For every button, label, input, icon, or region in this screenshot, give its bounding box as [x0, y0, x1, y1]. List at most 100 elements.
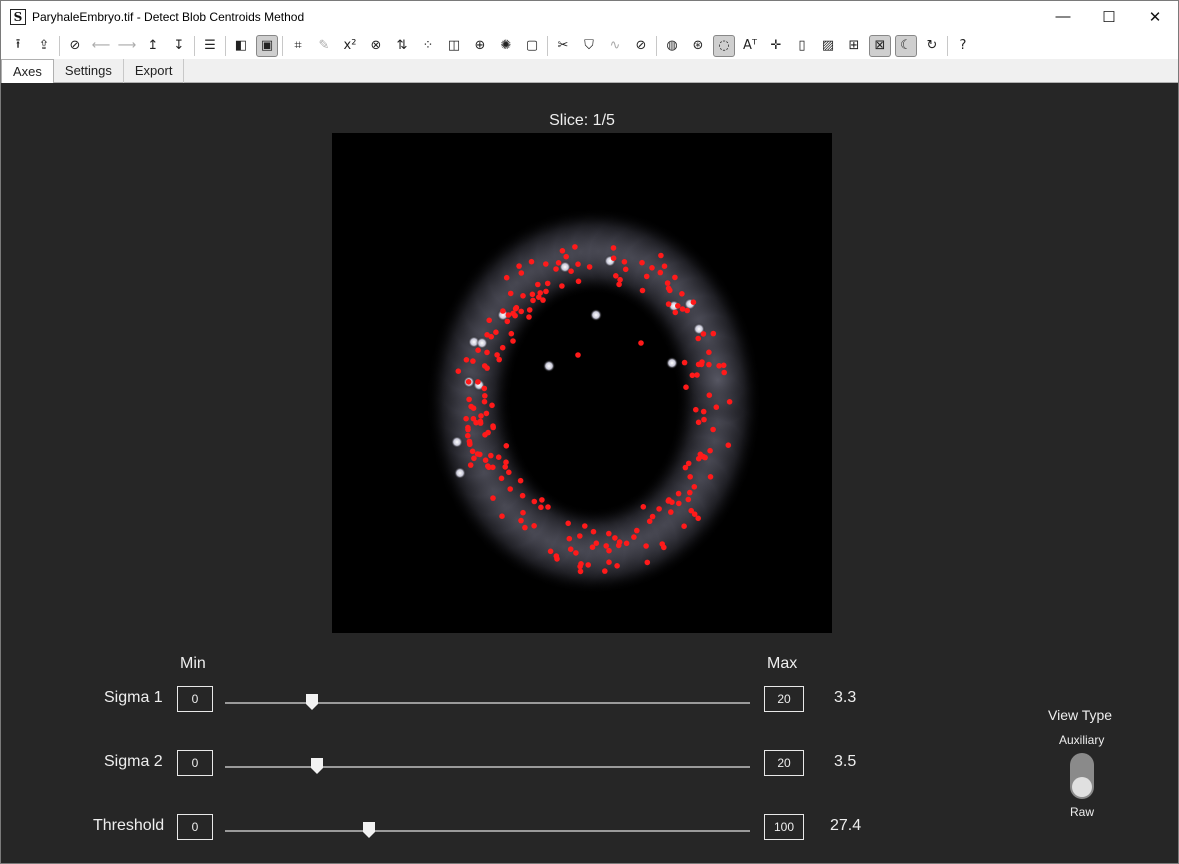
blob-centroid	[658, 252, 664, 259]
blob-centroid	[553, 266, 559, 272]
sigma2-max-input[interactable]: 20	[764, 750, 804, 776]
threshold-min-input[interactable]: 0	[177, 814, 213, 840]
crosshair-icon[interactable]: ✛	[765, 35, 787, 57]
layers-icon[interactable]: ☰	[199, 35, 221, 57]
arrow-left-icon[interactable]: ⟵	[90, 35, 112, 57]
nucleus	[476, 337, 488, 349]
magic-icon[interactable]: ✺	[495, 35, 517, 57]
tools-icon[interactable]: ✂	[552, 35, 574, 57]
blob-centroid	[522, 524, 528, 531]
blob-centroid	[659, 541, 665, 547]
toolbar-separator	[282, 35, 283, 56]
window-settings-icon[interactable]: ▣	[256, 34, 278, 57]
pen-icon[interactable]: ✎	[313, 35, 335, 57]
threshold-slider-thumb[interactable]	[362, 822, 375, 838]
blob-centroid	[538, 504, 544, 511]
view-type-toggle[interactable]	[1070, 753, 1094, 799]
arrow-down-icon[interactable]: ↧	[168, 35, 190, 57]
arrow-up-icon[interactable]: ↥	[142, 35, 164, 57]
split-icon[interactable]: ◫	[443, 35, 465, 57]
slash-box-icon[interactable]: ⊘	[630, 35, 652, 57]
blob-centroid	[590, 528, 597, 535]
sigma2-value: 3.5	[834, 753, 857, 770]
contrast-icon[interactable]: ◧	[230, 35, 252, 57]
shield-icon[interactable]: ⛉	[578, 35, 600, 57]
blob-centroid	[725, 442, 732, 449]
blob-centroid	[649, 265, 655, 271]
close-box-icon[interactable]: ⊠	[869, 34, 891, 57]
pulse-icon[interactable]: ∿	[604, 35, 626, 57]
blob-centroid	[661, 263, 668, 269]
toolbar-separator	[947, 35, 948, 56]
chip-icon[interactable]: ▢	[521, 35, 543, 57]
compass-icon[interactable]: ⊘	[64, 35, 86, 57]
blob-centroid	[689, 372, 696, 379]
blob-centroid	[510, 310, 516, 317]
view-type-title: View Type	[1048, 707, 1113, 723]
blob-centroid	[707, 474, 714, 480]
blob-centroid	[490, 495, 496, 501]
image-icon[interactable]: ▨	[817, 35, 839, 57]
close-button[interactable]: ✕	[1132, 1, 1178, 32]
maximize-button[interactable]: ☐	[1086, 1, 1132, 32]
blob-centroid	[582, 523, 588, 529]
blob-centroid	[695, 335, 701, 342]
upload-icon[interactable]: ⭱	[7, 35, 29, 57]
blob-centroid	[699, 359, 705, 365]
sigma1-slider-thumb[interactable]	[305, 694, 318, 710]
sigma2-slider-thumb[interactable]	[310, 758, 323, 774]
colorbar-icon[interactable]: ▯	[791, 35, 813, 57]
blob-centroid	[518, 270, 525, 276]
tile-grid-icon[interactable]: ⊞	[843, 35, 865, 57]
blob-centroid	[559, 248, 566, 254]
haze-blob	[673, 336, 762, 425]
toggle-knob[interactable]	[1072, 777, 1092, 797]
sigma1-max-input[interactable]: 20	[764, 686, 804, 712]
help-icon[interactable]: ?	[952, 35, 974, 57]
minimize-button[interactable]: —	[1040, 1, 1086, 32]
sigma2-min-input[interactable]: 0	[177, 750, 213, 776]
palette-icon[interactable]: ◍	[661, 35, 683, 57]
threshold-slider-track[interactable]	[225, 830, 750, 832]
blob-centroid	[471, 455, 477, 462]
tab-export[interactable]: Export	[124, 59, 185, 83]
bandage-icon[interactable]: ⊗	[365, 35, 387, 57]
dark-mode-icon[interactable]: ☾	[895, 34, 917, 57]
blob-centroid	[687, 489, 693, 496]
superscript-icon[interactable]: x²	[339, 35, 361, 57]
sigma1-min-input[interactable]: 0	[177, 686, 213, 712]
blob-centroid	[695, 515, 701, 522]
sigma1-slider-track[interactable]	[225, 702, 750, 704]
tab-axes[interactable]: Axes	[1, 59, 54, 83]
threshold-value: 27.4	[830, 817, 862, 834]
nucleus	[543, 360, 555, 372]
blob-centroid	[455, 368, 462, 374]
tab-bar: Axes Settings Export	[1, 59, 1178, 83]
arrow-right-icon[interactable]: ⟶	[116, 35, 138, 57]
blob-detect-icon[interactable]: ◌	[713, 34, 735, 57]
blob-centroid	[529, 291, 536, 298]
image-plot[interactable]	[332, 133, 832, 633]
refresh-icon[interactable]: ↻	[921, 35, 943, 57]
search-target-icon[interactable]: ⊕	[469, 35, 491, 57]
tab-settings[interactable]: Settings	[54, 59, 124, 83]
dots-grid-icon[interactable]: ⁘	[417, 35, 439, 57]
threshold-max-input[interactable]: 100	[764, 814, 804, 840]
export-image-icon[interactable]: ⇪	[33, 35, 55, 57]
blob-centroid	[510, 338, 516, 344]
crop-icon[interactable]: ⌗	[287, 35, 309, 57]
blob-centroid	[716, 363, 722, 369]
text-size-icon[interactable]: Aᵀ	[739, 35, 761, 57]
color-circles-icon[interactable]: ⊛	[687, 35, 709, 57]
blob-centroid	[494, 352, 500, 358]
blob-centroid	[484, 349, 490, 356]
sort-icon[interactable]: ⇅	[391, 35, 413, 57]
blob-centroid	[575, 278, 582, 285]
sigma2-slider-track[interactable]	[225, 766, 750, 768]
toolbar-separator	[656, 35, 657, 56]
blob-centroid	[484, 365, 490, 371]
blob-centroid	[477, 418, 484, 425]
embryo-image[interactable]	[332, 133, 832, 633]
blob-centroid	[530, 297, 536, 304]
toolbar: ⭱ ⇪ ⊘ ⟵ ⟶ ↥ ↧ ☰ ◧ ▣ ⌗ ✎ x² ⊗ ⇅ ⁘ ◫ ⊕ ✺ ▢ ✂ ⛉ ∿ ⊘ ◍ ⊛ ◌ Aᵀ ✛ ▯ ▨ ⊞ ⊠ ☾ ↻?	[1, 32, 1178, 59]
